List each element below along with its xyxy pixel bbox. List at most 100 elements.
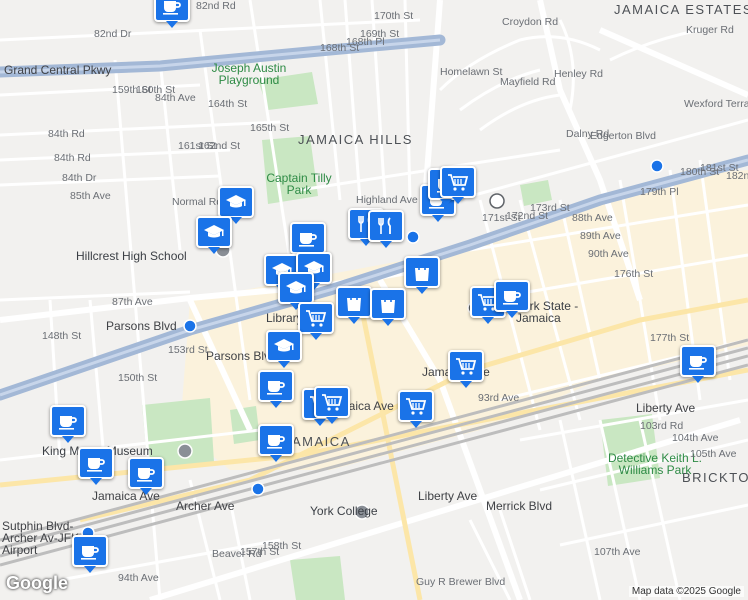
road-label: Liberty Ave	[418, 489, 478, 503]
road-label: 165th St	[250, 122, 290, 134]
google-logo: Google	[6, 573, 68, 593]
neighborhood-label: JAMAICA ESTATES	[614, 2, 748, 17]
grocery-icon	[406, 398, 427, 415]
cafe-icon	[163, 1, 181, 15]
school-marker[interactable]	[196, 216, 232, 248]
restaurant-icon	[378, 217, 391, 234]
cafe-icon	[267, 435, 285, 449]
road-label: 177th St	[650, 332, 690, 344]
park-label: Joseph Austin Playground	[211, 61, 287, 87]
grocery-icon	[306, 310, 327, 327]
cafe-marker[interactable]	[258, 424, 294, 456]
road-label: 105th Ave	[690, 448, 737, 460]
road-label: 164th St	[208, 98, 248, 110]
road-label: 82nd Rd	[196, 0, 236, 12]
poi-label: Hillcrest High School	[76, 249, 187, 263]
cafe-marker[interactable]	[50, 405, 86, 437]
cafe-icon	[81, 546, 99, 560]
school-icon	[226, 195, 246, 208]
cafe-marker[interactable]	[78, 447, 114, 479]
road-label: 162nd St	[198, 140, 241, 152]
school-marker[interactable]	[278, 272, 314, 304]
cafe-marker[interactable]	[258, 370, 294, 402]
school-icon	[204, 225, 224, 238]
road-label: 170th St	[374, 10, 414, 22]
shop-icon	[347, 293, 361, 311]
station-label: Parsons Blvd	[106, 319, 177, 333]
road-label: 148th St	[42, 330, 82, 342]
school-icon	[286, 281, 306, 294]
neighborhood-label: JAMAICA HILLS	[298, 132, 413, 147]
road-label: 160th St	[136, 84, 176, 96]
road-label: 82nd Dr	[94, 28, 132, 40]
grocery-marker[interactable]	[314, 386, 350, 418]
grocery-icon	[456, 358, 477, 375]
grocery-marker[interactable]	[448, 350, 484, 382]
cafe-marker[interactable]	[72, 535, 108, 567]
cafe-icon	[689, 356, 707, 370]
cafe-icon	[503, 291, 521, 305]
road-label: 85th Ave	[70, 190, 111, 202]
shop-icon	[415, 263, 429, 281]
grocery-icon	[448, 174, 469, 191]
cafe-marker[interactable]	[680, 345, 716, 377]
road-label: Merrick Blvd	[486, 499, 553, 513]
map-canvas[interactable]: JAMAICA ESTATES JAMAICA HILLS JAMAICA BR…	[0, 0, 748, 600]
road-label: 158th St	[262, 540, 302, 552]
road-label: Wexford Terrace	[684, 98, 748, 110]
road-label: 150th St	[118, 372, 158, 384]
grocery-marker[interactable]	[398, 390, 434, 422]
road-label: 84th Dr	[62, 172, 97, 184]
cafe-marker[interactable]	[128, 457, 164, 489]
road-label: 84th Rd	[48, 128, 85, 140]
shop-marker[interactable]	[336, 286, 372, 318]
cafe-marker[interactable]	[154, 0, 190, 22]
road-label: 87th Ave	[112, 296, 153, 308]
restaurant-marker[interactable]	[368, 210, 404, 242]
road-label: 88th Ave	[572, 212, 613, 224]
road-label: 103rd Rd	[640, 420, 684, 432]
road-label: 176th St	[614, 268, 654, 280]
road-label: Croydon Rd	[502, 16, 559, 28]
road-label: 169th St	[360, 28, 400, 40]
road-label: 89th Ave	[580, 230, 621, 242]
road-label: Homelawn St	[440, 66, 503, 78]
cafe-icon	[59, 416, 77, 430]
grocery-marker[interactable]	[298, 302, 334, 334]
school-icon	[274, 339, 294, 352]
road-label: 107th Ave	[594, 546, 641, 558]
grocery-marker[interactable]	[440, 166, 476, 198]
shop-marker[interactable]	[404, 256, 440, 288]
road-label: Archer Ave	[176, 499, 235, 513]
road-label: 104th Ave	[672, 432, 719, 444]
school-marker[interactable]	[266, 330, 302, 362]
cafe-icon	[299, 233, 317, 247]
road-label: 182nd St	[726, 170, 748, 182]
road-label: 94th Ave	[118, 572, 159, 584]
poi-label: York College	[310, 504, 378, 518]
road-label: Kruger Rd	[686, 24, 734, 36]
road-label: 90th Ave	[588, 248, 629, 260]
road-label: Henley Rd	[554, 68, 604, 80]
cafe-marker[interactable]	[494, 280, 530, 312]
road-label: Grand Central Pkwy	[4, 63, 112, 77]
road-label: Dalny Rd	[566, 128, 610, 140]
cafe-marker[interactable]	[290, 222, 326, 254]
cafe-icon	[137, 468, 155, 482]
shop-icon	[381, 295, 395, 313]
road-label: 84th Rd	[54, 152, 91, 164]
cafe-icon	[267, 381, 285, 395]
road-label: Liberty Ave	[636, 401, 696, 415]
park-label: Captain Tilly Park	[266, 171, 332, 197]
road-label: Normal Rd	[172, 196, 223, 208]
road-label: 179th Pl	[640, 186, 679, 198]
school-marker[interactable]	[218, 186, 254, 218]
road-label: Mayfield Rd	[500, 76, 556, 88]
road-label: Highland Ave	[356, 194, 418, 206]
road-label: 173rd St	[530, 202, 570, 214]
grocery-icon	[322, 394, 343, 411]
map-attribution: Map data ©2025 Google	[628, 586, 744, 597]
shop-marker[interactable]	[370, 288, 406, 320]
neighborhood-label: JAMAICA	[284, 434, 351, 449]
road-label: 93rd Ave	[478, 392, 520, 404]
